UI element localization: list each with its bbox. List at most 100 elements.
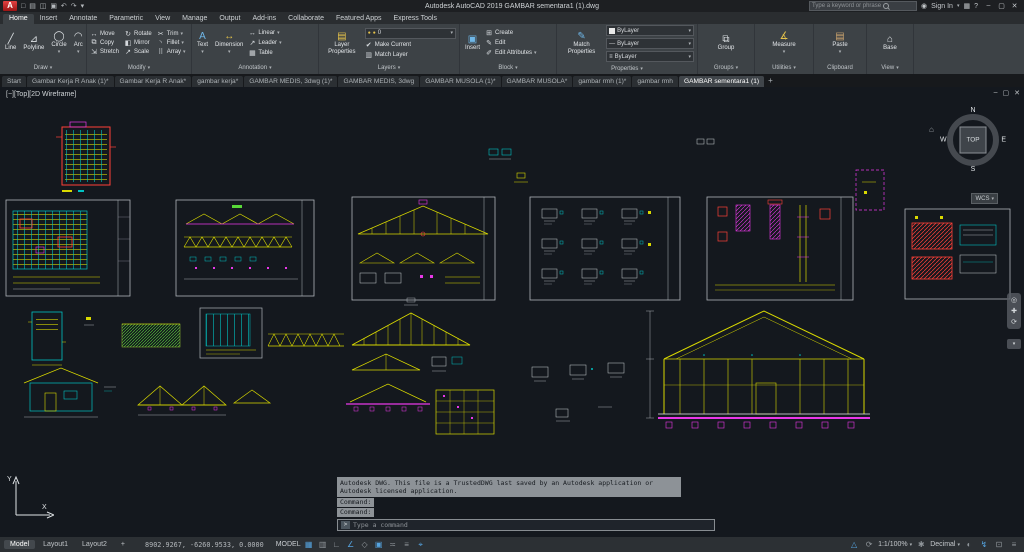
truss-with-foundation[interactable] — [346, 384, 494, 434]
new-layout-button[interactable]: + — [115, 540, 131, 549]
fillet-button[interactable]: ◝Fillet▾ — [157, 39, 186, 47]
panel-label-groups[interactable]: Groups ▾ — [698, 62, 754, 74]
table-button[interactable]: ▦Table — [248, 49, 281, 57]
panel-label-annotation[interactable]: Annotation ▾ — [192, 62, 318, 74]
framed-small-plan[interactable] — [200, 308, 262, 358]
panel-label-layers[interactable]: Layers ▾ — [319, 62, 459, 74]
osnap-toggle-icon[interactable]: ▣ — [373, 540, 385, 549]
file-tab-active[interactable]: GAMBAR sementara1 (1) — [679, 76, 764, 87]
clean-screen-icon[interactable]: ⊡ — [993, 540, 1005, 549]
viewcube-south[interactable]: S — [971, 166, 976, 173]
array-button[interactable]: ⠿Array▾ — [157, 48, 186, 56]
arc-button[interactable]: ◠ Arc ▾ — [72, 31, 85, 56]
model-space-toggle[interactable]: MODEL — [276, 541, 301, 548]
sheet-frame-3-trusses[interactable] — [352, 197, 495, 300]
text-button[interactable]: A Text ▾ — [195, 31, 210, 56]
model-tab[interactable]: Model — [4, 540, 35, 549]
edit-attributes-button[interactable]: ✐Edit Attributes▾ — [485, 49, 537, 57]
open-file-icon[interactable]: ▤ — [28, 3, 37, 10]
sheet-frame-2[interactable] — [176, 200, 314, 296]
panel-label-modify[interactable]: Modify ▾ — [87, 62, 191, 74]
lineweight-toggle-icon[interactable]: ≡ — [401, 540, 413, 549]
otrack-toggle-icon[interactable]: ≍ — [387, 540, 399, 549]
units-button[interactable]: Decimal ▾ — [930, 541, 960, 548]
full-navigation-wheel-icon[interactable]: ◎ — [1011, 296, 1017, 304]
file-tab[interactable]: GAMBAR MUSOLA (1)* — [420, 76, 500, 87]
tab-insert[interactable]: Insert — [34, 14, 64, 24]
doc-close-button[interactable]: ✕ — [1014, 89, 1020, 97]
save-file-icon[interactable]: ◫ — [39, 3, 48, 10]
wcs-menu[interactable]: WCS ▾ — [971, 193, 998, 204]
customization-icon[interactable]: ≡ — [1008, 540, 1020, 549]
autoscale-icon[interactable]: ⟳ — [863, 540, 875, 549]
stretch-button[interactable]: ⇲Stretch — [90, 48, 119, 56]
file-tab[interactable]: Gambar Kerja R Anak (1)* — [27, 76, 114, 87]
copy-button[interactable]: ⧉Copy — [90, 39, 119, 47]
snap-toggle-icon[interactable]: ▥ — [317, 540, 329, 549]
group-button[interactable]: ⧉ Group — [716, 34, 737, 52]
linear-button[interactable]: ↔Linear▾ — [248, 30, 281, 37]
linetype-combo[interactable]: — ByLayer ▾ — [606, 38, 694, 49]
joint-details[interactable] — [532, 363, 624, 421]
tab-featured-apps[interactable]: Featured Apps — [330, 14, 388, 24]
tab-view[interactable]: View — [149, 14, 176, 24]
panel-label-view[interactable]: View ▾ — [867, 62, 913, 74]
large-roof-truss[interactable] — [352, 298, 470, 371]
pan-icon[interactable]: ✚ — [1011, 307, 1017, 315]
make-current-button[interactable]: ✔Make Current — [365, 41, 456, 49]
file-tab[interactable]: gambar rmh — [632, 76, 678, 87]
truss-elevation-pair[interactable] — [138, 386, 270, 415]
polyline-button[interactable]: ⊿ Polyline — [21, 34, 46, 52]
sign-in-button[interactable]: Sign In — [931, 3, 953, 10]
viewcube-east[interactable]: E — [1001, 137, 1006, 144]
undo-icon[interactable]: ↶ — [60, 3, 68, 10]
layer-properties-button[interactable]: ▤ Layer Properties — [322, 31, 362, 56]
isolate-objects-icon[interactable]: ◐ — [963, 540, 975, 549]
scale-button[interactable]: ↗Scale — [124, 48, 152, 56]
tab-add-ins[interactable]: Add-ins — [246, 14, 282, 24]
close-button[interactable]: ✕ — [1008, 2, 1021, 10]
sheet-frame-1[interactable] — [6, 200, 130, 296]
tab-express-tools[interactable]: Express Tools — [388, 14, 443, 24]
redo-icon[interactable]: ↷ — [70, 3, 78, 10]
command-input[interactable]: > Type a command — [337, 519, 715, 531]
tab-output[interactable]: Output — [213, 14, 246, 24]
object-color-combo[interactable]: ByLayer ▾ — [606, 25, 694, 36]
magenta-dashed-detail[interactable] — [856, 170, 884, 210]
sheet-frame-4-details[interactable] — [530, 197, 680, 300]
plot-icon[interactable]: ▣ — [49, 3, 58, 10]
viewcube-west[interactable]: W — [940, 137, 947, 144]
annotation-scale-button[interactable]: 1:1/100% ▾ — [878, 541, 912, 548]
ortho-toggle-icon[interactable]: ∟ — [331, 540, 343, 549]
doc-minimize-button[interactable]: – — [994, 89, 998, 97]
insert-block-button[interactable]: ▣ Insert — [463, 34, 482, 52]
line-button[interactable]: ╱ Line — [3, 34, 18, 52]
panel-label-block[interactable]: Block ▾ — [460, 62, 556, 74]
qat-caret-icon[interactable]: ▾ — [80, 3, 86, 10]
new-drawing-tab-button[interactable]: + — [765, 76, 776, 87]
file-tab[interactable]: GAMBAR MUSOLA* — [502, 76, 573, 87]
hatch-block[interactable] — [122, 324, 180, 347]
create-block-button[interactable]: ⊞Create — [485, 29, 537, 37]
new-file-icon[interactable]: □ — [20, 3, 26, 10]
app-store-icon[interactable]: ▦ — [963, 2, 970, 10]
panel-label-utilities[interactable]: Utilities ▾ — [755, 62, 813, 74]
circle-button[interactable]: ◯ Circle ▾ — [49, 31, 68, 56]
file-tab-start[interactable]: Start — [2, 76, 26, 87]
grid-toggle-icon[interactable]: ▦ — [303, 540, 315, 549]
panel-label-draw[interactable]: Draw ▾ — [0, 62, 86, 74]
house-elevation-small[interactable] — [24, 368, 116, 417]
file-tab[interactable]: GAMBAR MEDIS, 3dwg — [338, 76, 419, 87]
tab-annotate[interactable]: Annotate — [63, 14, 103, 24]
sign-in-caret-icon[interactable]: ▾ — [957, 3, 960, 9]
orbit-icon[interactable]: ⟳ — [1011, 318, 1017, 326]
lineweight-combo[interactable]: ≡ ByLayer ▾ — [606, 51, 694, 62]
tab-parametric[interactable]: Parametric — [103, 14, 149, 24]
viewcube[interactable]: ⌂ N E S W TOP — [942, 109, 1004, 171]
model-space-viewport[interactable]: [−][Top][2D Wireframe] – ▢ ✕ — [0, 87, 1024, 537]
trim-button[interactable]: ✂Trim▾ — [157, 30, 186, 38]
panel-label-clipboard[interactable]: Clipboard — [814, 62, 866, 74]
measure-button[interactable]: ∡ Measure ▾ — [770, 31, 797, 56]
edit-block-button[interactable]: ✎Edit — [485, 39, 537, 47]
file-tab[interactable]: gambar rmh (1)* — [573, 76, 631, 87]
